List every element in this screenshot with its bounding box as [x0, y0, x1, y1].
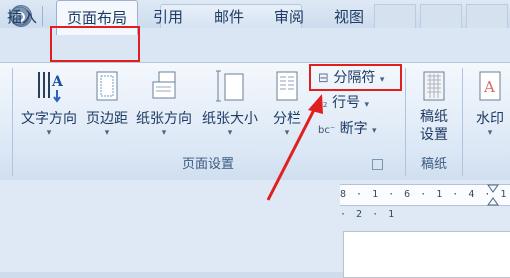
group-divider	[462, 68, 463, 176]
draft-paper-label-line1: 稿纸	[420, 109, 448, 125]
watermark-icon: A	[479, 71, 501, 101]
highlight-box	[309, 64, 402, 91]
text-direction-button[interactable]: A 文字方向 ▾	[18, 68, 80, 138]
window-control[interactable]	[420, 4, 462, 30]
indent-marker-icon[interactable]	[486, 183, 500, 207]
orientation-icon	[152, 71, 176, 99]
margins-button[interactable]: 页边距 ▾	[84, 68, 130, 138]
highlight-box	[50, 26, 140, 62]
dropdown-arrow-icon: ▾	[161, 128, 167, 138]
text-direction-icon: A	[38, 72, 64, 103]
document-page[interactable]	[343, 231, 510, 278]
svg-text:A: A	[51, 74, 64, 90]
dialog-launcher-icon[interactable]	[372, 159, 383, 170]
orientation-button[interactable]: 纸张方向 ▾	[132, 68, 196, 138]
hyphenation-label: 断字	[339, 121, 368, 137]
line-numbers-label: 行号	[332, 95, 361, 111]
orientation-label: 纸张方向	[136, 111, 192, 127]
size-label: 纸张大小	[202, 111, 258, 127]
window-control[interactable]	[466, 4, 508, 30]
text-direction-label: 文字方向	[21, 111, 77, 127]
watermark-label: 水印	[476, 111, 504, 127]
watermark-button[interactable]: A 水印 ▾	[470, 68, 510, 138]
margins-icon	[96, 71, 118, 101]
dropdown-arrow-icon: ▾	[372, 126, 377, 136]
draft-paper-group-label: 稿纸	[420, 157, 447, 172]
ruler: 8 · 1 · 6 · 1 · 4 · 1 · 2 · 1	[340, 184, 510, 220]
dropdown-arrow-icon: ▾	[46, 128, 52, 138]
draft-paper-button[interactable]: 稿纸 设置	[410, 68, 458, 144]
tab-view[interactable]: 视图	[326, 0, 372, 34]
tab-review[interactable]: 审阅	[266, 0, 312, 34]
page-setup-group-label: 页面设置	[181, 157, 234, 172]
group-divider	[12, 68, 13, 176]
draft-paper-label-line2: 设置	[420, 127, 448, 143]
dropdown-arrow-icon: ▾	[364, 100, 370, 110]
group-divider	[405, 68, 406, 176]
size-button[interactable]: 纸张大小 ▾	[198, 68, 262, 138]
arrow-annotation-icon	[266, 94, 323, 201]
tab-references[interactable]: 引用	[146, 0, 190, 34]
size-icon	[216, 70, 244, 102]
draft-paper-icon	[423, 71, 445, 101]
dropdown-arrow-icon: ▾	[487, 128, 493, 138]
svg-text:A: A	[483, 78, 495, 96]
tab-mailings[interactable]: 邮件	[206, 0, 252, 34]
dropdown-arrow-icon: ▾	[227, 128, 233, 138]
tab-insert[interactable]: 插入	[0, 0, 44, 34]
dropdown-arrow-icon: ▾	[104, 128, 110, 138]
margins-label: 页边距	[86, 111, 128, 127]
window-control[interactable]	[374, 4, 416, 30]
